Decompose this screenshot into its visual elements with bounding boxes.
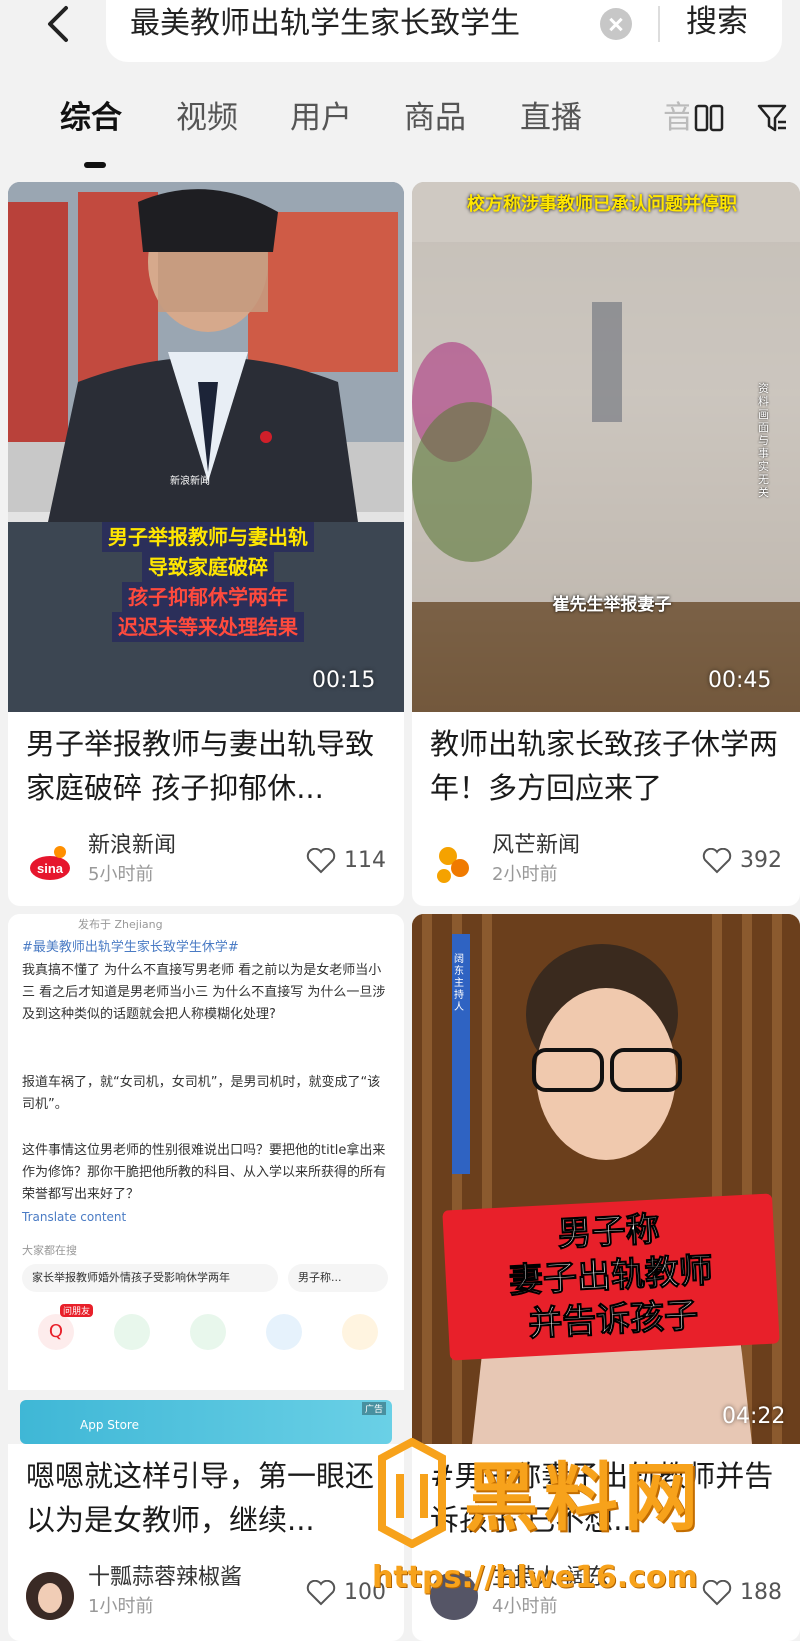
like-button[interactable]: 392 <box>702 846 782 876</box>
search-box[interactable]: 最美教师出轨学生家长致学生 搜索 <box>106 0 782 62</box>
watermark-url: https://hlwe16.com <box>372 1560 698 1595</box>
ad-label: 广告 <box>361 1402 386 1415</box>
heart-icon <box>702 848 732 874</box>
tab-bar: 综合 视频 用户 商品 直播 音 <box>0 90 800 172</box>
disclaimer-text: 资料画面与事实无关 <box>758 382 769 499</box>
search-chip: 家长举报教师婚外情孩子受影响休学两年 <box>22 1264 278 1292</box>
clear-icon[interactable] <box>600 8 632 40</box>
search-chip: 男子称... <box>288 1264 388 1292</box>
heart-icon <box>306 848 336 874</box>
ask-icon: Q <box>38 1314 74 1350</box>
ad-area: App Store 广告 <box>8 1390 404 1444</box>
filter-icon[interactable] <box>756 102 788 134</box>
like-count: 114 <box>344 848 386 873</box>
author-row[interactable]: 风芒新闻 2小时前 392 <box>430 832 782 888</box>
video-duration: 00:45 <box>708 668 772 693</box>
watermark: 黑料网 https://hlwe16.com <box>372 1428 792 1638</box>
qq-icon <box>266 1314 302 1350</box>
post-time: 1小时前 <box>88 1596 154 1617</box>
channel-logo: 新浪新闻 <box>170 476 210 487</box>
watermark-logo-icon <box>378 1438 446 1548</box>
video-duration: 00:15 <box>312 668 376 693</box>
ad-store-label: App Store <box>80 1418 139 1432</box>
share-row: Q 问朋友 <box>38 1304 378 1350</box>
search-input[interactable]: 最美教师出轨学生家长致学生 <box>130 4 580 44</box>
author-row[interactable]: 十瓢蒜蓉辣椒酱 1小时前 100 <box>26 1564 386 1620</box>
title-banner: 男子称 妻子出轨教师 并告诉孩子 <box>442 1193 780 1361</box>
image-post-card[interactable]: 发布于 Zhejiang #最美教师出轨学生家长致学生休学# 我真搞不懂了 为什… <box>8 914 404 1641</box>
video-thumbnail: 阔东 主持人 男子称 妻子出轨教师 并告诉孩子 04:22 <box>412 914 800 1444</box>
post-paragraph: 这件事情这位男老师的性别很难说出口吗？要把他的title拿出来作为修饰？那你干脆… <box>22 1143 387 1202</box>
tab-music[interactable]: 音 <box>663 98 689 138</box>
video-thumbnail: 男子举报教师与妻出轨 导致家庭破碎 孩子抑郁休学两年 迟迟未等来处理结果 新浪新… <box>8 182 404 712</box>
tab-products[interactable]: 商品 <box>404 98 466 138</box>
svg-text:sina: sina <box>37 861 64 876</box>
video-caption-bottom: 崔先生举报妻子 <box>552 595 672 615</box>
tab-video[interactable]: 视频 <box>176 98 238 138</box>
tab-users[interactable]: 用户 <box>290 98 352 138</box>
also-search-label: 大家都在搜 <box>22 1244 77 1257</box>
thumbnail-scene <box>412 914 800 1444</box>
post-header: 发布于 Zhejiang <box>78 918 163 931</box>
fengmang-logo-avatar <box>430 840 478 888</box>
watermark-text: 黑料网 <box>464 1455 704 1541</box>
post-time: 5小时前 <box>88 864 154 885</box>
post-hashtag: #最美教师出轨学生家长致学生休学# <box>22 940 239 955</box>
tab-live[interactable]: 直播 <box>520 98 582 138</box>
thumbnail-scene <box>412 182 800 712</box>
like-button[interactable]: 114 <box>306 846 386 876</box>
card-title[interactable]: 教师出轨家长致孩子休学两年！多方回应来了 <box>430 722 780 812</box>
video-duration: 04:22 <box>722 1404 786 1429</box>
host-name-tag: 阔东 主持人 <box>454 954 464 1013</box>
tab-comprehensive[interactable]: 综合 <box>60 98 122 138</box>
moments-icon <box>190 1314 226 1350</box>
card-title[interactable]: 男子举报教师与妻出轨导致家庭破碎 孩子抑郁休... <box>26 722 376 812</box>
author-row[interactable]: sina 新浪新闻 5小时前 114 <box>26 832 386 888</box>
video-caption: 男子举报教师与妻出轨 导致家庭破碎 孩子抑郁休学两年 迟迟未等来处理结果 <box>68 522 348 652</box>
user-avatar <box>26 1572 74 1620</box>
search-divider <box>658 6 660 42</box>
author-name: 风芒新闻 <box>492 833 581 858</box>
share-badge: 问朋友 <box>60 1304 94 1317</box>
wechat-icon <box>114 1314 150 1350</box>
post-screenshot: 发布于 Zhejiang #最美教师出轨学生家长致学生休学# 我真搞不懂了 为什… <box>8 914 404 1444</box>
top-bar: 最美教师出轨学生家长致学生 搜索 <box>0 0 800 80</box>
post-paragraph: 我真搞不懂了 为什么不直接写男老师 看之前以为是女老师当小三 看之后才知道是男老… <box>22 963 386 1022</box>
post-time: 2小时前 <box>492 864 558 885</box>
video-caption-top: 校方称涉事教师已承认问题并停职 <box>467 194 737 215</box>
post-paragraph: 报道车祸了，就“女司机，女司机”，是男司机时，就变成了“该司机”。 <box>22 1075 381 1112</box>
video-card[interactable]: 男子举报教师与妻出轨 导致家庭破碎 孩子抑郁休学两年 迟迟未等来处理结果 新浪新… <box>8 182 404 906</box>
like-count: 392 <box>740 848 782 873</box>
video-card[interactable]: 校方称涉事教师已承认问题并停职 崔先生举报妻子 资料画面与事实无关 00:45 … <box>412 182 800 906</box>
card-title[interactable]: 嗯嗯就这样引导，第一眼还以为是女教师，继续... <box>26 1454 376 1544</box>
active-tab-indicator <box>84 162 106 168</box>
search-button[interactable]: 搜索 <box>686 2 766 42</box>
author-name: 十瓢蒜蓉辣椒酱 <box>88 1565 243 1590</box>
sina-logo-avatar: sina <box>26 840 74 888</box>
ad-banner: App Store 广告 <box>20 1400 392 1444</box>
heart-icon <box>306 1580 336 1606</box>
back-arrow-icon[interactable] <box>38 4 82 44</box>
save-icon <box>342 1314 378 1350</box>
layout-toggle-icon[interactable] <box>694 104 724 132</box>
translate-link: Translate content <box>22 1210 127 1224</box>
video-thumbnail: 校方称涉事教师已承认问题并停职 崔先生举报妻子 资料画面与事实无关 00:45 <box>412 182 800 712</box>
author-name: 新浪新闻 <box>88 833 177 858</box>
